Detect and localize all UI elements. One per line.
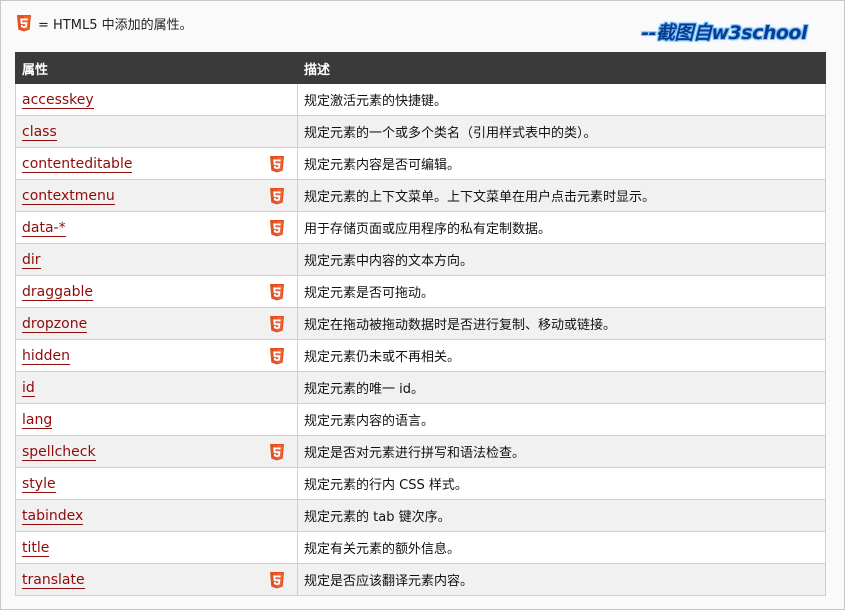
table-row: accesskey 规定激活元素的快捷键。 (15, 83, 826, 116)
description-cell: 用于存储页面或应用程序的私有定制数据。 (297, 211, 826, 244)
attribute-cell: draggable (15, 275, 298, 308)
description-cell: 规定元素的行内 CSS 样式。 (297, 467, 826, 500)
attribute-link[interactable]: title (22, 539, 50, 557)
attribute-cell: tabindex (15, 499, 298, 532)
description-cell: 规定有关元素的额外信息。 (297, 531, 826, 564)
table-row: tabindex 规定元素的 tab 键次序。 (15, 499, 826, 532)
watermark-text: --截图自w3school (641, 22, 807, 44)
attribute-cell: contenteditable (15, 147, 298, 180)
attribute-link[interactable]: dir (22, 251, 41, 269)
description-cell: 规定元素中内容的文本方向。 (297, 243, 826, 276)
table-row: id 规定元素的唯一 id。 (15, 371, 826, 404)
description-cell: 规定元素的 tab 键次序。 (297, 499, 826, 532)
attribute-link[interactable]: data-* (22, 219, 66, 237)
attribute-cell: class (15, 115, 298, 148)
table-row: data-* 用于存储页面或应用程序的私有定制数据。 (15, 211, 826, 244)
description-cell: 规定元素仍未或不再相关。 (297, 339, 826, 372)
attribute-cell: style (15, 467, 298, 500)
attribute-cell: translate (15, 563, 298, 596)
description-cell: 规定元素内容的语言。 (297, 403, 826, 436)
html5-badge-icon (269, 220, 285, 237)
table-row: lang 规定元素内容的语言。 (15, 403, 826, 436)
description-cell: 规定在拖动被拖动数据时是否进行复制、移动或链接。 (297, 307, 826, 340)
description-cell: 规定元素是否可拖动。 (297, 275, 826, 308)
html5-badge-icon (269, 284, 285, 301)
header-description: 描述 (297, 52, 826, 84)
attribute-cell: lang (15, 403, 298, 436)
attribute-cell: contextmenu (15, 179, 298, 212)
attribute-link[interactable]: id (22, 379, 35, 397)
table-row: translate 规定是否应该翻译元素内容。 (15, 563, 826, 596)
description-cell: 规定元素的上下文菜单。上下文菜单在用户点击元素时显示。 (297, 179, 826, 212)
attribute-cell: data-* (15, 211, 298, 244)
attribute-link[interactable]: style (22, 475, 56, 493)
attribute-link[interactable]: class (22, 123, 57, 141)
attribute-cell: spellcheck (15, 435, 298, 468)
attribute-cell: title (15, 531, 298, 564)
html5-badge-icon (269, 572, 285, 589)
attribute-cell: hidden (15, 339, 298, 372)
attribute-cell: id (15, 371, 298, 404)
table-row: draggable 规定元素是否可拖动。 (15, 275, 826, 308)
html5-badge-icon (269, 316, 285, 333)
description-cell: 规定元素内容是否可编辑。 (297, 147, 826, 180)
attribute-link[interactable]: accesskey (22, 91, 94, 109)
html5-badge-icon (269, 348, 285, 365)
attributes-table: 属性 描述 accesskey 规定激活元素的快捷键。 class 规定元素的一个或多… (15, 52, 826, 596)
description-cell: 规定是否应该翻译元素内容。 (297, 563, 826, 596)
html5-legend: = HTML5 中添加的属性。 (16, 14, 193, 33)
table-body: accesskey 规定激活元素的快捷键。 class 规定元素的一个或多个类名（引用… (15, 83, 826, 596)
attribute-link[interactable]: dropzone (22, 315, 88, 333)
table-row: contenteditable 规定元素内容是否可编辑。 (15, 147, 826, 180)
attribute-link[interactable]: hidden (22, 347, 71, 365)
table-row: contextmenu 规定元素的上下文菜单。上下文菜单在用户点击元素时显示。 (15, 179, 826, 212)
attribute-link[interactable]: contenteditable (22, 155, 133, 173)
attribute-cell: accesskey (15, 83, 298, 116)
attribute-cell: dropzone (15, 307, 298, 340)
html5-badge-icon (16, 15, 32, 32)
attribute-cell: dir (15, 243, 298, 276)
header-attribute: 属性 (15, 52, 298, 84)
description-cell: 规定元素的一个或多个类名（引用样式表中的类）。 (297, 115, 826, 148)
attribute-link[interactable]: contextmenu (22, 187, 115, 205)
legend-text: = HTML5 中添加的属性。 (38, 18, 193, 33)
table-header-row: 属性 描述 (15, 52, 826, 84)
html5-badge-icon (269, 188, 285, 205)
html5-badge-icon (269, 444, 285, 461)
table-row: title 规定有关元素的额外信息。 (15, 531, 826, 564)
table-row: class 规定元素的一个或多个类名（引用样式表中的类）。 (15, 115, 826, 148)
table-row: dir 规定元素中内容的文本方向。 (15, 243, 826, 276)
description-cell: 规定是否对元素进行拼写和语法检查。 (297, 435, 826, 468)
table-row: style 规定元素的行内 CSS 样式。 (15, 467, 826, 500)
table-row: dropzone 规定在拖动被拖动数据时是否进行复制、移动或链接。 (15, 307, 826, 340)
table-row: hidden 规定元素仍未或不再相关。 (15, 339, 826, 372)
table-row: spellcheck 规定是否对元素进行拼写和语法检查。 (15, 435, 826, 468)
description-cell: 规定元素的唯一 id。 (297, 371, 826, 404)
attribute-link[interactable]: translate (22, 571, 85, 589)
attribute-link[interactable]: draggable (22, 283, 93, 301)
attribute-link[interactable]: spellcheck (22, 443, 96, 461)
description-cell: 规定激活元素的快捷键。 (297, 83, 826, 116)
html5-badge-icon (269, 156, 285, 173)
attribute-link[interactable]: tabindex (22, 507, 84, 525)
attribute-link[interactable]: lang (22, 411, 53, 429)
